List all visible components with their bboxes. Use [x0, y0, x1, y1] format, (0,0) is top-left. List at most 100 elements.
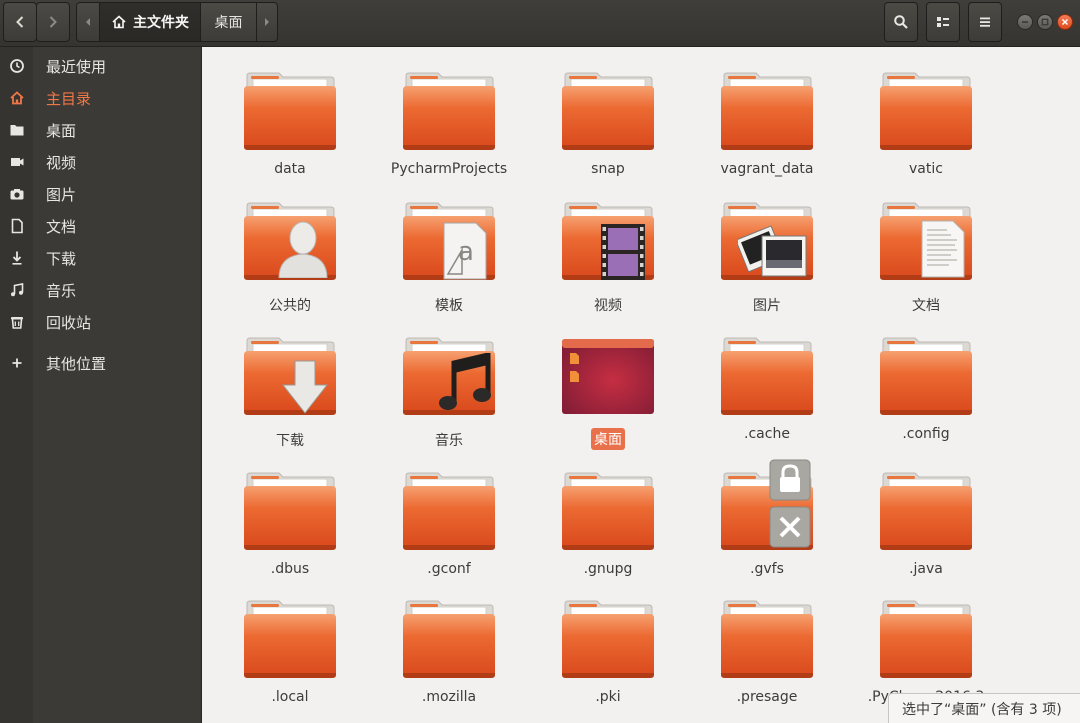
file-name: snap — [591, 161, 625, 177]
chevron-left-icon — [16, 16, 24, 28]
file-name: 模板 — [435, 298, 463, 314]
sidebar-item-label: 下载 — [46, 249, 77, 268]
file-item[interactable]: .java — [861, 472, 991, 602]
breadcrumb-desktop[interactable]: 桌面 — [201, 3, 257, 41]
file-name: vatic — [909, 161, 943, 177]
video-icon — [0, 146, 33, 178]
film-emblem-icon — [601, 224, 645, 280]
search-icon — [894, 15, 908, 29]
minimize-button[interactable] — [1017, 14, 1033, 30]
sidebar-item-music[interactable]: 音乐 — [0, 274, 201, 306]
file-item[interactable]: .config — [861, 337, 991, 467]
file-item[interactable]: .gvfs — [702, 459, 832, 602]
sidebar-item-label: 主目录 — [46, 89, 92, 108]
file-item[interactable]: .gnupg — [543, 472, 673, 602]
close-button[interactable] — [1057, 14, 1073, 30]
header-bar: 主文件夹 桌面 — [0, 0, 1080, 47]
file-item[interactable]: 图片 — [702, 202, 832, 332]
file-item[interactable]: .mozilla — [384, 600, 514, 723]
sidebar-item-label: 其他位置 — [46, 354, 107, 373]
file-name: .cache — [744, 426, 790, 442]
sidebar-item-downloads[interactable]: 下载 — [0, 242, 201, 274]
sidebar-item-videos[interactable]: 视频 — [0, 146, 201, 178]
file-item[interactable]: vatic — [861, 72, 991, 202]
file-item[interactable]: snap — [543, 72, 673, 202]
file-item[interactable]: data — [225, 72, 355, 202]
file-item[interactable]: PycharmProjects — [384, 72, 514, 202]
folder-icon — [243, 72, 337, 152]
file-item[interactable]: a 模板 — [384, 202, 514, 332]
folder-icon — [402, 472, 496, 552]
file-item[interactable]: 桌面 — [543, 337, 673, 467]
file-item[interactable]: 公共的 — [225, 202, 355, 332]
folder-icon — [720, 337, 814, 417]
sidebar-item-trash[interactable]: 回收站 — [0, 306, 201, 338]
chevron-right-icon — [49, 16, 57, 28]
file-name: .gnupg — [583, 561, 633, 577]
sidebar-item-home[interactable]: 主目录 — [0, 82, 201, 114]
forward-button[interactable] — [36, 2, 70, 42]
template-emblem-icon: a — [443, 222, 487, 280]
file-item[interactable]: 文档 — [861, 202, 991, 332]
breadcrumb-desktop-label: 桌面 — [214, 15, 243, 31]
file-name: .mozilla — [421, 689, 477, 705]
file-item[interactable]: 音乐 — [384, 337, 514, 467]
file-name: .config — [902, 426, 950, 442]
file-name: .dbus — [270, 561, 310, 577]
back-button[interactable] — [3, 2, 37, 42]
sidebar-item-other-locations[interactable]: 其他位置 — [0, 347, 201, 379]
breadcrumb-home-label: 主文件夹 — [133, 15, 189, 31]
sidebar-item-label: 最近使用 — [46, 57, 107, 76]
file-item[interactable]: .gconf — [384, 472, 514, 602]
file-name: 公共的 — [269, 298, 311, 314]
file-item[interactable]: .dbus — [225, 472, 355, 602]
folder-icon — [402, 337, 496, 417]
view-toggle-button[interactable] — [926, 2, 960, 42]
folder-icon — [561, 72, 655, 152]
download-icon — [0, 242, 33, 274]
sidebar-item-label: 音乐 — [46, 281, 77, 300]
file-item[interactable]: .presage — [702, 600, 832, 723]
clock-icon — [0, 50, 33, 82]
home-icon — [0, 82, 33, 114]
status-bar: 选中了“桌面” (含有 3 项) — [888, 693, 1080, 723]
sidebar: 最近使用主目录桌面视频 图片 文档下载音乐回收站其他位置 — [0, 47, 202, 723]
folder-icon — [720, 72, 814, 152]
music-note-emblem-icon — [439, 353, 491, 410]
file-item[interactable]: .cache — [702, 337, 832, 467]
file-name: .pki — [595, 689, 621, 705]
file-name: 桌面 — [591, 428, 625, 450]
lock-emblem-icon — [769, 459, 811, 501]
search-button[interactable] — [884, 2, 918, 42]
file-item[interactable]: vagrant_data — [702, 72, 832, 202]
maximize-button[interactable] — [1037, 14, 1053, 30]
minimize-icon — [1022, 21, 1028, 23]
file-item[interactable]: .pki — [543, 600, 673, 723]
file-item[interactable]: 视频 — [543, 202, 673, 332]
file-item[interactable]: .local — [225, 600, 355, 723]
file-item[interactable]: 下载 — [225, 337, 355, 467]
sidebar-item-recent[interactable]: 最近使用 — [0, 50, 201, 82]
file-name: vagrant_data — [720, 161, 814, 177]
folder-icon — [879, 72, 973, 152]
file-name: 音乐 — [435, 433, 463, 449]
sidebar-item-pictures[interactable]: 图片 — [0, 178, 201, 210]
home-icon — [112, 15, 126, 29]
breadcrumb-home[interactable]: 主文件夹 — [99, 3, 201, 41]
sidebar-item-desktop[interactable]: 桌面 — [0, 114, 201, 146]
breadcrumb: 主文件夹 桌面 — [76, 2, 278, 42]
list-view-icon — [937, 17, 949, 27]
desktop-folder-icon — [561, 337, 655, 417]
menu-button[interactable] — [968, 2, 1002, 42]
sidebar-item-documents[interactable]: 文档 — [0, 210, 201, 242]
plus-icon — [0, 347, 33, 379]
file-name: .java — [909, 561, 943, 577]
folder-icon — [402, 600, 496, 680]
sidebar-item-label: 桌面 — [46, 121, 77, 140]
folder-icon — [879, 202, 973, 282]
trash-icon — [0, 306, 33, 338]
folder-icon — [243, 472, 337, 552]
file-name: 文档 — [912, 298, 940, 314]
breadcrumb-scroll-right[interactable] — [257, 3, 277, 41]
breadcrumb-scroll-left[interactable] — [77, 3, 99, 41]
